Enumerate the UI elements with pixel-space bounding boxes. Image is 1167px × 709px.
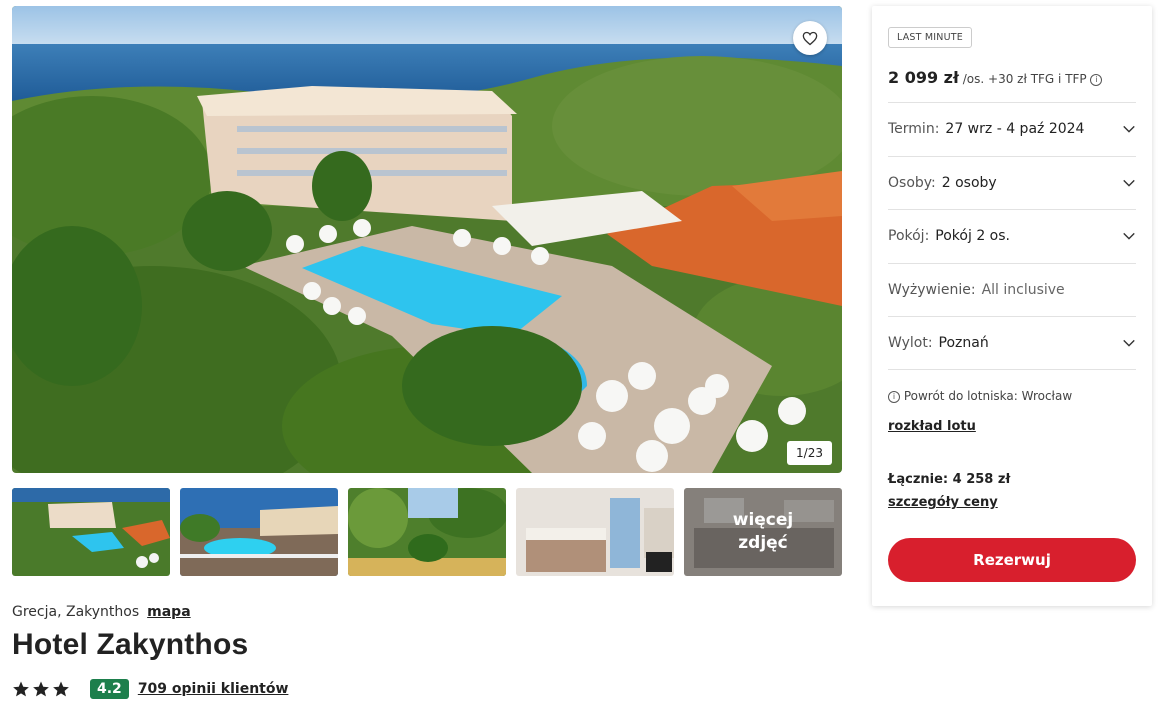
room-value: Pokój 2 os. xyxy=(935,228,1010,244)
total-price: Łącznie: 4 258 zł xyxy=(888,472,1011,487)
star-icon xyxy=(33,681,49,697)
thumbnail-4[interactable] xyxy=(516,488,674,576)
rating-score-badge: 4.2 xyxy=(90,679,129,699)
favorite-button[interactable] xyxy=(793,21,827,55)
persons-selector[interactable]: Osoby: 2 osoby xyxy=(888,156,1136,209)
chevron-down-icon xyxy=(1123,232,1135,240)
fees-text: +30 zł TFG i TFP xyxy=(988,72,1087,86)
more-photos-label: więcej zdjęć xyxy=(684,488,842,576)
board-label: Wyżywienie: xyxy=(888,282,976,298)
persons-label: Osoby: xyxy=(888,175,936,191)
departure-label: Wylot: xyxy=(888,335,933,351)
map-link[interactable]: mapa xyxy=(147,604,191,620)
hotel-name: Hotel Zakynthos xyxy=(12,628,249,661)
main-hotel-photo[interactable]: 1/23 xyxy=(12,6,842,473)
hotel-location: Grecja, Zakynthos mapa xyxy=(12,604,191,620)
chevron-down-icon xyxy=(1123,125,1135,133)
term-value: 27 wrz - 4 paź 2024 xyxy=(945,121,1085,137)
departure-selector[interactable]: Wylot: Poznań xyxy=(888,316,1136,370)
room-label: Pokój: xyxy=(888,228,930,244)
flight-schedule-link[interactable]: rozkład lotu xyxy=(888,419,976,434)
reserve-button[interactable]: Rezerwuj xyxy=(888,538,1136,582)
departure-value: Poznań xyxy=(938,335,989,351)
board-field: Wyżywienie: All inclusive xyxy=(888,263,1136,316)
return-airport-text: Powrót do lotniska: Wrocław xyxy=(903,389,1073,403)
price-suffix: /os. xyxy=(962,72,985,86)
term-selector[interactable]: Termin: 27 wrz - 4 paź 2024 xyxy=(888,102,1136,155)
room-selector[interactable]: Pokój: Pokój 2 os. xyxy=(888,209,1136,262)
thumbnail-2[interactable] xyxy=(180,488,338,576)
star-icon xyxy=(13,681,29,697)
location-text: Grecja, Zakynthos xyxy=(12,604,140,620)
chevron-down-icon xyxy=(1123,339,1135,347)
heart-icon xyxy=(802,31,818,45)
booking-panel: LAST MINUTE 2 099 zł /os. +30 zł TFG i T… xyxy=(872,6,1152,606)
chevron-down-icon xyxy=(1123,179,1135,187)
term-label: Termin: xyxy=(888,121,940,137)
info-icon[interactable]: i xyxy=(1090,74,1103,86)
board-value: All inclusive xyxy=(981,282,1065,298)
reviews-link[interactable]: 709 opinii klientów xyxy=(138,681,289,697)
thumbnail-1[interactable] xyxy=(12,488,170,576)
return-airport-info: i Powrót do lotniska: Wrocław xyxy=(888,389,1072,403)
photo-counter: 1/23 xyxy=(787,441,832,465)
info-icon: i xyxy=(888,391,900,403)
more-photos-thumbnail[interactable]: więcej zdjęć xyxy=(684,488,842,576)
last-minute-badge: LAST MINUTE xyxy=(888,27,972,48)
price-details-link[interactable]: szczegóły ceny xyxy=(888,495,998,510)
thumbnail-3[interactable] xyxy=(348,488,506,576)
price-row: 2 099 zł /os. +30 zł TFG i TFP i xyxy=(888,68,1103,87)
hotel-stars xyxy=(12,680,70,698)
persons-value: 2 osoby xyxy=(941,175,997,191)
hotel-aerial-image xyxy=(12,6,842,473)
star-icon xyxy=(53,681,69,697)
photo-thumbnails: więcej zdjęć xyxy=(12,488,842,576)
rating-row: 4.2 709 opinii klientów xyxy=(12,679,288,699)
price-per-person: 2 099 zł xyxy=(888,68,959,87)
